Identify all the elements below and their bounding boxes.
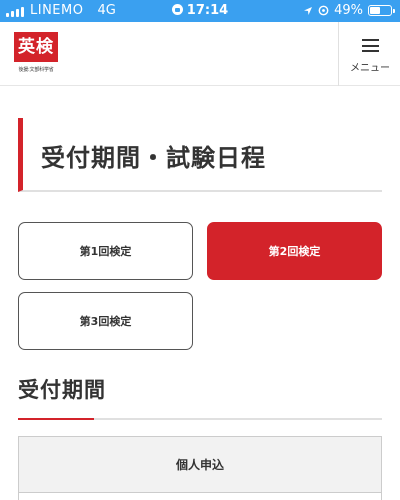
exam-tab-1[interactable]: 第1回検定	[18, 222, 193, 280]
section-divider	[18, 418, 382, 420]
hamburger-menu-icon	[362, 39, 379, 52]
page-title: 受付期間・試験日程	[41, 144, 266, 172]
battery-fill	[370, 7, 380, 14]
status-time: 17:14	[186, 3, 229, 18]
exam-tab-1-label: 第1回検定	[79, 245, 132, 258]
alarm-icon	[318, 5, 329, 16]
status-bar: LINEMO 4G 17:14 49%	[0, 0, 400, 22]
table-header-cell: 個人申込	[19, 437, 381, 493]
battery-icon	[368, 5, 395, 16]
menu-button[interactable]: メニュー	[338, 22, 400, 86]
logo-subtext: 後援:文部科学省	[18, 67, 54, 73]
status-right: 49%	[303, 3, 395, 18]
table-header-label: 個人申込	[175, 458, 224, 472]
exam-tab-2-label: 第2回検定	[268, 245, 321, 258]
section-divider-accent	[18, 418, 94, 420]
eiken-logo[interactable]: 英検 後援:文部科学省	[14, 32, 58, 73]
exam-tab-2[interactable]: 第2回検定	[207, 222, 382, 280]
battery-percent: 49%	[334, 3, 363, 18]
reception-period-table: 個人申込	[18, 436, 382, 500]
page-title-block: 受付期間・試験日程	[18, 118, 382, 192]
exam-tab-3[interactable]: 第3回検定	[18, 292, 193, 350]
location-arrow-icon	[304, 6, 313, 15]
section-heading: 受付期間	[18, 378, 106, 402]
site-header: 英検 後援:文部科学省 メニュー	[0, 22, 400, 86]
menu-label: メニュー	[350, 63, 390, 74]
logo-mark: 英検	[14, 32, 58, 62]
exam-tab-3-label: 第3回検定	[79, 315, 132, 328]
lock-rotation-icon	[171, 4, 183, 15]
